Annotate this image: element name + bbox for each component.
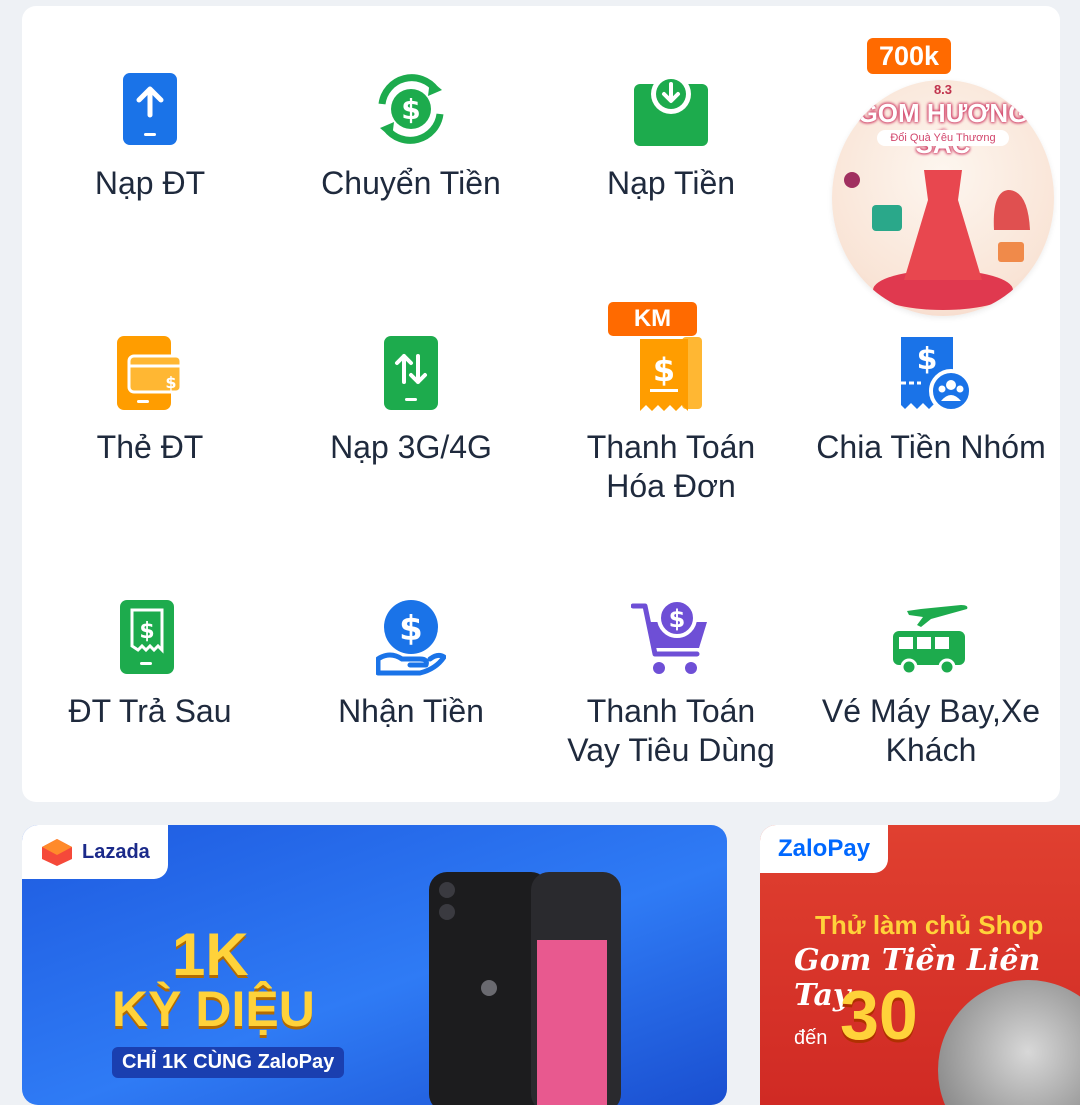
service-phone-topup[interactable]: Nạp ĐT bbox=[20, 64, 280, 203]
zalopay-brand: ZaloPay bbox=[778, 835, 871, 862]
deposit-icon bbox=[626, 64, 716, 154]
phone-card-icon: $ bbox=[105, 328, 195, 418]
lazada-banner[interactable]: Lazada 1K KỲ DIỆU CHỈ 1K CÙNG ZaloPay bbox=[22, 825, 727, 1105]
service-label: Nạp ĐT bbox=[94, 165, 206, 201]
zalopay-banner[interactable]: ZaloPay Thử làm chủ Shop Gom Tiền Liền T… bbox=[760, 825, 1080, 1105]
service-data-topup[interactable]: Nạp 3G/4G bbox=[281, 328, 541, 467]
svg-text:$: $ bbox=[165, 373, 176, 392]
flight-bus-icon bbox=[886, 592, 976, 682]
shop-headline: Thử làm chủ Shop bbox=[815, 910, 1044, 940]
svg-text:$: $ bbox=[401, 93, 420, 126]
service-label: ĐT Trả Sau bbox=[68, 693, 232, 729]
money-transfer-icon: $ bbox=[366, 64, 456, 154]
banner-1k: 1K bbox=[172, 921, 249, 988]
service-deposit[interactable]: Nạp Tiền bbox=[541, 64, 801, 203]
banner-ky-dieu: KỲ DIỆU bbox=[112, 981, 315, 1037]
lazada-logo-icon bbox=[42, 839, 72, 866]
receive-money-icon: $ bbox=[366, 592, 456, 682]
amount-value: 30 bbox=[840, 976, 918, 1054]
zalopay-brand-chip: ZaloPay bbox=[760, 825, 889, 873]
service-bill-payment[interactable]: $ Thanh Toán Hóa Đơn bbox=[541, 328, 801, 506]
service-label: Thanh Toán Vay Tiêu Dùng bbox=[567, 693, 775, 768]
bill-payment-icon: $ bbox=[626, 328, 716, 418]
svg-text:$: $ bbox=[917, 342, 938, 377]
service-group-split[interactable]: $ Chia Tiền Nhóm bbox=[801, 328, 1061, 467]
data-topup-icon bbox=[366, 328, 456, 418]
service-postpaid[interactable]: $ ĐT Trả Sau bbox=[20, 592, 280, 731]
service-receive-money[interactable]: $ Nhận Tiền bbox=[281, 592, 541, 731]
service-label: Vé Máy Bay,Xe Khách bbox=[821, 693, 1041, 768]
service-loan-payment[interactable]: $ Thanh Toán Vay Tiêu Dùng bbox=[541, 592, 801, 770]
banner-tagline: CHỈ 1K CÙNG ZaloPay bbox=[112, 1047, 345, 1078]
amount-prefix: đến bbox=[794, 1027, 828, 1049]
service-flight-bus[interactable]: Vé Máy Bay,Xe Khách bbox=[801, 592, 1061, 770]
svg-text:$: $ bbox=[139, 619, 154, 644]
service-label: Nạp 3G/4G bbox=[330, 429, 492, 465]
service-label: Thanh Toán Hóa Đơn bbox=[586, 429, 756, 504]
service-label: Chia Tiền Nhóm bbox=[816, 429, 1046, 465]
group-split-icon: $ bbox=[886, 328, 976, 418]
promo-gifts-illustration bbox=[844, 170, 1030, 310]
svg-text:$: $ bbox=[399, 609, 423, 649]
phone-topup-icon bbox=[105, 64, 195, 154]
postpaid-icon: $ bbox=[105, 592, 195, 682]
loan-payment-icon: $ bbox=[626, 592, 716, 682]
phone-image bbox=[429, 872, 621, 1105]
service-label: Thẻ ĐT bbox=[96, 429, 204, 465]
lazada-brand-chip: Lazada bbox=[22, 825, 168, 879]
service-label: Chuyển Tiền bbox=[321, 165, 501, 201]
service-phone-card[interactable]: $ Thẻ ĐT bbox=[20, 328, 280, 467]
service-label: Nạp Tiền bbox=[606, 165, 736, 201]
service-money-transfer[interactable]: $ Chuyển Tiền bbox=[281, 64, 541, 203]
promo-badge: KM bbox=[608, 302, 697, 336]
lazada-brand: Lazada bbox=[82, 840, 150, 863]
service-label: Nhận Tiền bbox=[338, 693, 484, 729]
promo-bubble[interactable]: 8.3 GOM HƯƠNG SẮC Đổi Quà Yêu Thương bbox=[832, 80, 1054, 316]
promo-amount-badge: 700k bbox=[867, 38, 952, 74]
svg-text:$: $ bbox=[653, 351, 675, 389]
svg-text:$: $ bbox=[669, 605, 686, 633]
